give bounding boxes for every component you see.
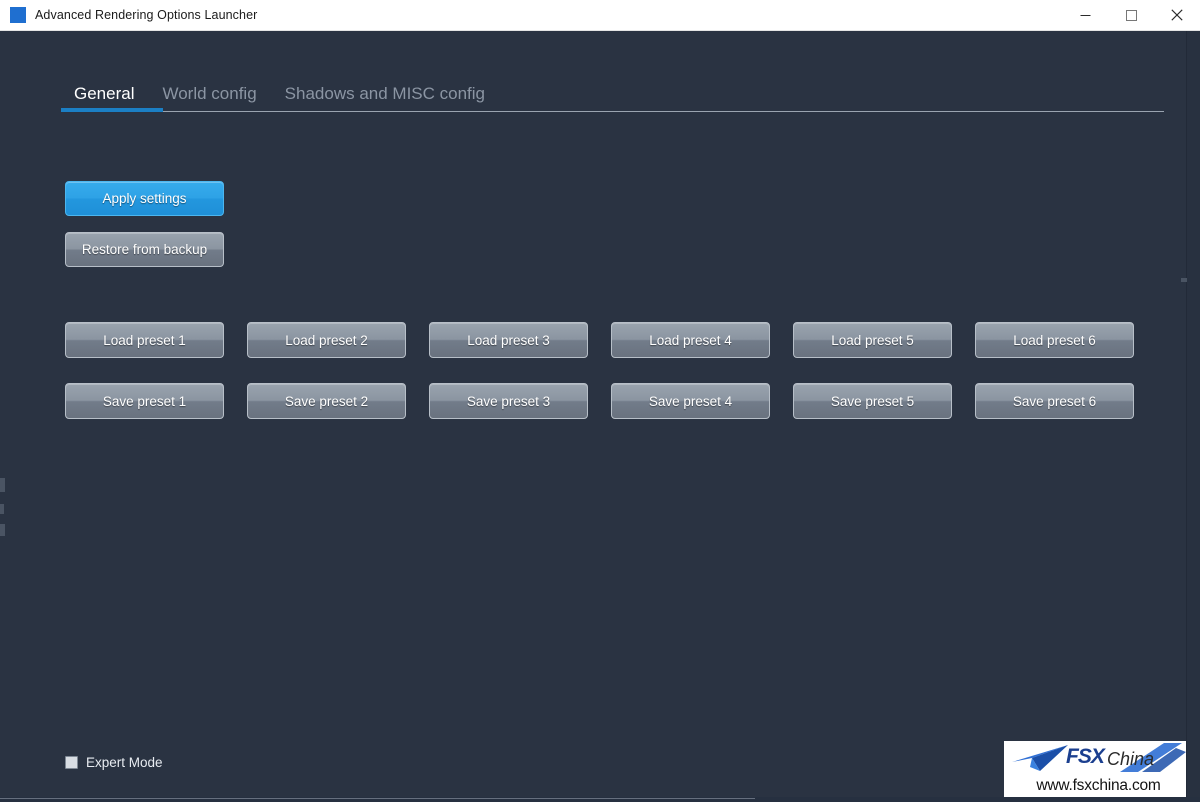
load-preset-4-button[interactable]: Load preset 4 bbox=[611, 322, 770, 358]
load-preset-2-button[interactable]: Load preset 2 bbox=[247, 322, 406, 358]
tab-world-config[interactable]: World config bbox=[148, 84, 270, 110]
tab-divider bbox=[61, 111, 1164, 112]
left-edge-artifact bbox=[0, 478, 5, 492]
save-preset-4-button[interactable]: Save preset 4 bbox=[611, 383, 770, 419]
close-icon[interactable] bbox=[1154, 0, 1200, 31]
load-preset-3-button[interactable]: Load preset 3 bbox=[429, 322, 588, 358]
apply-settings-button[interactable]: Apply settings bbox=[65, 181, 224, 216]
maximize-icon[interactable] bbox=[1108, 0, 1154, 31]
paper-plane-icon bbox=[1012, 745, 1068, 771]
tab-bar: General World config Shadows and MISC co… bbox=[60, 74, 1164, 120]
watermark-brand-china: China bbox=[1107, 749, 1155, 769]
tab-shadows-misc-config[interactable]: Shadows and MISC config bbox=[271, 84, 499, 110]
tab-general[interactable]: General bbox=[60, 84, 148, 110]
save-preset-1-button[interactable]: Save preset 1 bbox=[65, 383, 224, 419]
save-preset-6-button[interactable]: Save preset 6 bbox=[975, 383, 1134, 419]
minimize-icon[interactable] bbox=[1062, 0, 1108, 31]
left-edge-artifact bbox=[0, 524, 5, 536]
expert-mode-checkbox[interactable] bbox=[65, 756, 78, 769]
right-edge-artifact bbox=[1181, 278, 1187, 282]
watermark-brand-fsx: FSX bbox=[1066, 745, 1105, 768]
app-window: Advanced Rendering Options Launcher Gene… bbox=[0, 0, 1200, 802]
left-edge-artifact bbox=[0, 504, 4, 514]
window-controls bbox=[1062, 0, 1200, 31]
window-title: Advanced Rendering Options Launcher bbox=[35, 8, 258, 22]
load-preset-5-button[interactable]: Load preset 5 bbox=[793, 322, 952, 358]
expert-mode-label: Expert Mode bbox=[86, 755, 163, 770]
fsxchina-watermark: FSX China www.fsxchina.com bbox=[1004, 741, 1193, 797]
bottom-edge-line bbox=[0, 798, 755, 799]
save-preset-2-button[interactable]: Save preset 2 bbox=[247, 383, 406, 419]
title-bar: Advanced Rendering Options Launcher bbox=[0, 0, 1200, 31]
tab-active-underline bbox=[61, 108, 163, 112]
save-preset-3-button[interactable]: Save preset 3 bbox=[429, 383, 588, 419]
restore-from-backup-button[interactable]: Restore from backup bbox=[65, 232, 224, 267]
load-preset-6-button[interactable]: Load preset 6 bbox=[975, 322, 1134, 358]
load-preset-1-button[interactable]: Load preset 1 bbox=[65, 322, 224, 358]
window-right-edge bbox=[1186, 31, 1200, 802]
app-square-icon bbox=[10, 7, 26, 23]
watermark-url: www.fsxchina.com bbox=[1036, 777, 1161, 794]
expert-mode-row[interactable]: Expert Mode bbox=[65, 755, 163, 770]
save-preset-5-button[interactable]: Save preset 5 bbox=[793, 383, 952, 419]
